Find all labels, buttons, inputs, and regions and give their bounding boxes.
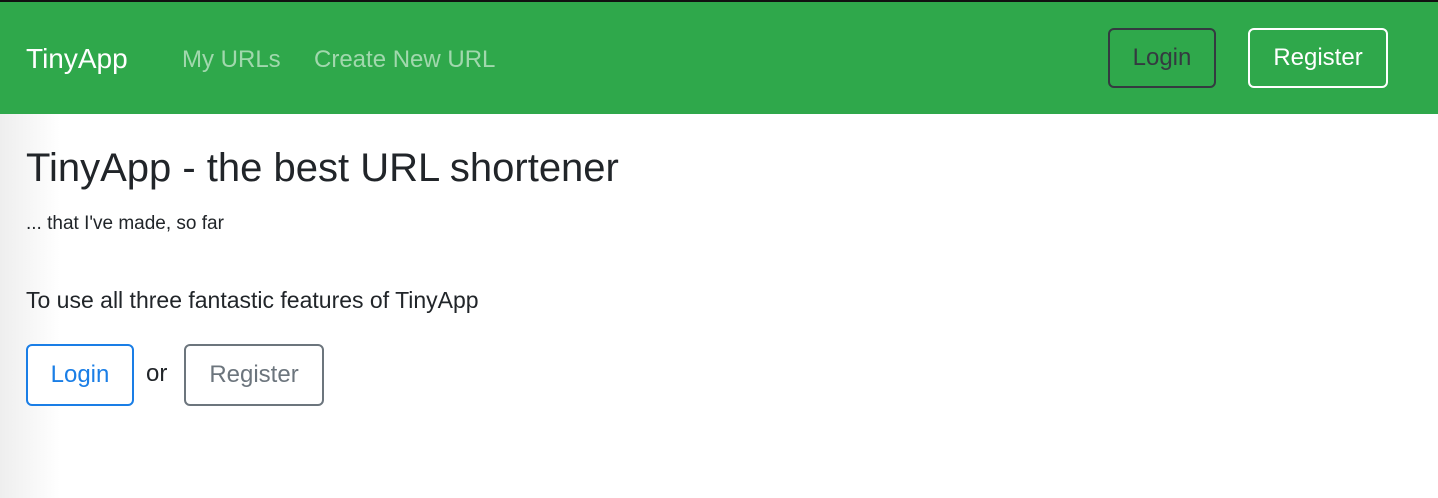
page-subtitle: ... that I've made, so far [26, 213, 224, 234]
login-button[interactable]: Login [26, 344, 134, 406]
page-title: TinyApp - the best URL shortener [26, 146, 619, 190]
nav-link-my-urls[interactable]: My URLs [182, 46, 281, 74]
navbar-login-button[interactable]: Login [1108, 28, 1216, 88]
brand-link[interactable]: TinyApp [26, 42, 128, 76]
or-separator: or [146, 360, 168, 387]
main-content: TinyApp - the best URL shortener ... tha… [0, 114, 1438, 498]
lead-text: To use all three fantastic features of T… [26, 287, 479, 313]
navbar: TinyApp My URLs Create New URL Login Reg… [0, 2, 1438, 114]
navbar-register-button[interactable]: Register [1248, 28, 1388, 88]
nav-link-create-new-url[interactable]: Create New URL [314, 46, 495, 74]
register-button[interactable]: Register [184, 344, 324, 406]
